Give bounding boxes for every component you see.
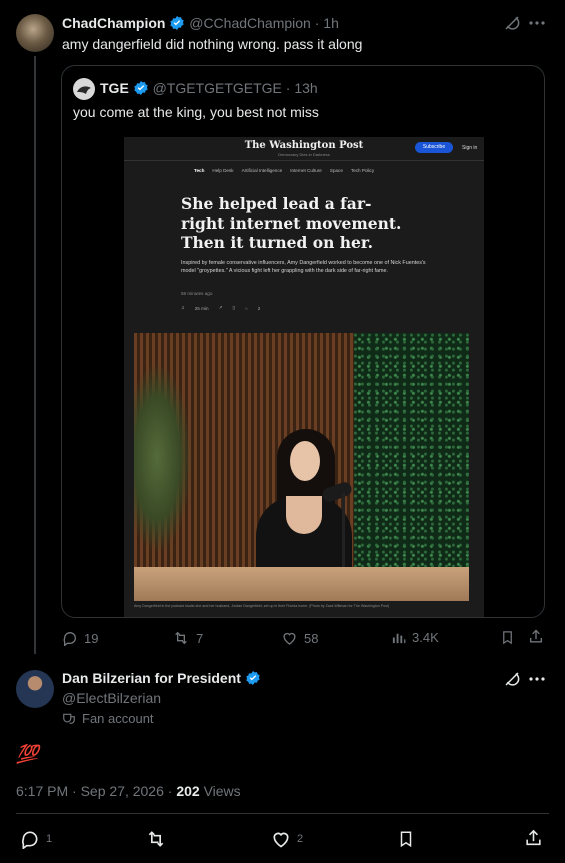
views-count: 3.4K: [412, 630, 439, 645]
reply-button[interactable]: 1: [20, 829, 52, 849]
verified-badge-icon: [169, 15, 185, 31]
share-icon[interactable]: [524, 828, 543, 848]
divider: [16, 813, 549, 814]
like-count: 2: [297, 833, 304, 845]
author-handle[interactable]: @ElectBilzerian: [62, 690, 161, 706]
post-time[interactable]: · 1h: [315, 15, 339, 31]
section-nav: Tech Help Desk Artificial Intelligence I…: [194, 168, 374, 173]
tweet-text: amy dangerfield did nothing wrong. pass …: [62, 36, 363, 52]
photo-caption: Amy Dangerfield in the podcast studio sh…: [134, 604, 390, 608]
verified-badge-icon: [245, 670, 261, 686]
article-photo: [134, 333, 469, 601]
article-headline: She helped lead a far-right internet mov…: [181, 194, 402, 252]
reply-count: 19: [84, 630, 99, 646]
bilzerian-avatar[interactable]: [16, 670, 54, 708]
reply-count: 1: [46, 833, 53, 845]
fan-account-text: Fan account: [82, 711, 154, 726]
woman-chest: [286, 496, 322, 534]
quoted-tweet-text: you come at the king, you best not miss: [73, 104, 319, 120]
sparkle-wall: [354, 333, 469, 573]
article-actions: ♫ 25 min ↗ ▯ ○ 2: [181, 305, 260, 311]
verified-badge-icon: [133, 80, 149, 96]
grok-icon[interactable]: [503, 14, 521, 32]
quoted-post-time: · 13h: [285, 80, 318, 96]
more-options-icon[interactable]: [528, 20, 546, 26]
reply-button[interactable]: 19: [62, 630, 98, 646]
plant-leaves: [134, 363, 192, 553]
section-divider: [124, 160, 484, 161]
tweet-text-emoji: 💯: [16, 744, 39, 764]
post-timestamp[interactable]: 6:17 PM · Sep 27, 2026 ·: [16, 783, 176, 799]
bookmark-icon[interactable]: [397, 829, 415, 849]
quoted-tweet-card[interactable]: TGE @TGETGETGETGE · 13h you come at the …: [61, 65, 545, 618]
article-screenshot[interactable]: The Washington Post Democracy Dies in Da…: [124, 137, 484, 617]
article-timestamp: 58 minutes ago: [181, 291, 213, 296]
mic-stand: [342, 493, 345, 575]
quoted-author-handle[interactable]: @TGETGETGETGE: [153, 80, 282, 96]
share-icon[interactable]: ↗: [219, 305, 223, 311]
repost-button[interactable]: [145, 829, 167, 849]
more-options-icon[interactable]: [528, 676, 546, 682]
bookmark-icon[interactable]: ▯: [232, 305, 235, 311]
nav-tech[interactable]: Tech: [194, 168, 204, 173]
repost-count: 7: [196, 630, 204, 646]
nav-space[interactable]: Space: [330, 168, 343, 173]
nav-help-desk[interactable]: Help Desk: [212, 168, 233, 173]
nav-ai[interactable]: Artificial Intelligence: [242, 168, 283, 173]
thread-line: [34, 56, 36, 654]
bookmark-icon[interactable]: [500, 629, 515, 646]
comment-count: 2: [257, 305, 261, 311]
author-name[interactable]: ChadChampion: [62, 15, 165, 31]
woman-face: [290, 441, 320, 481]
chadchampion-avatar[interactable]: [16, 14, 54, 52]
desk: [134, 567, 469, 601]
author-handle[interactable]: @CChadChampion: [189, 15, 311, 31]
read-time: 25 min: [194, 305, 209, 311]
views-label: Views: [199, 783, 241, 799]
grok-icon[interactable]: [503, 670, 521, 688]
sign-in-link[interactable]: Sign in: [462, 145, 477, 151]
author-name[interactable]: Dan Bilzerian for President: [62, 670, 241, 686]
like-count: 58: [304, 630, 319, 646]
subscribe-button[interactable]: Subscribe: [415, 142, 453, 153]
nav-tech-policy[interactable]: Tech Policy: [351, 168, 374, 173]
post-metadata: 6:17 PM · Sep 27, 2026 · 202 Views: [16, 783, 241, 799]
fan-account-label: Fan account: [62, 711, 154, 726]
like-button[interactable]: 2: [271, 829, 303, 849]
headphones-icon[interactable]: ♫: [181, 305, 185, 311]
theater-masks-icon: [62, 712, 76, 726]
nav-internet-culture[interactable]: Internet Culture: [290, 168, 322, 173]
comment-icon[interactable]: ○: [245, 306, 248, 311]
share-icon[interactable]: [528, 628, 544, 645]
article-dek: Inspired by female conservative influenc…: [181, 260, 426, 274]
like-button[interactable]: 58: [281, 630, 318, 646]
tge-avatar[interactable]: [73, 78, 95, 100]
quoted-author-name[interactable]: TGE: [100, 80, 129, 96]
views-button[interactable]: 3.4K: [391, 630, 439, 645]
views-number: 202: [176, 783, 200, 799]
repost-button[interactable]: 7: [172, 630, 203, 646]
